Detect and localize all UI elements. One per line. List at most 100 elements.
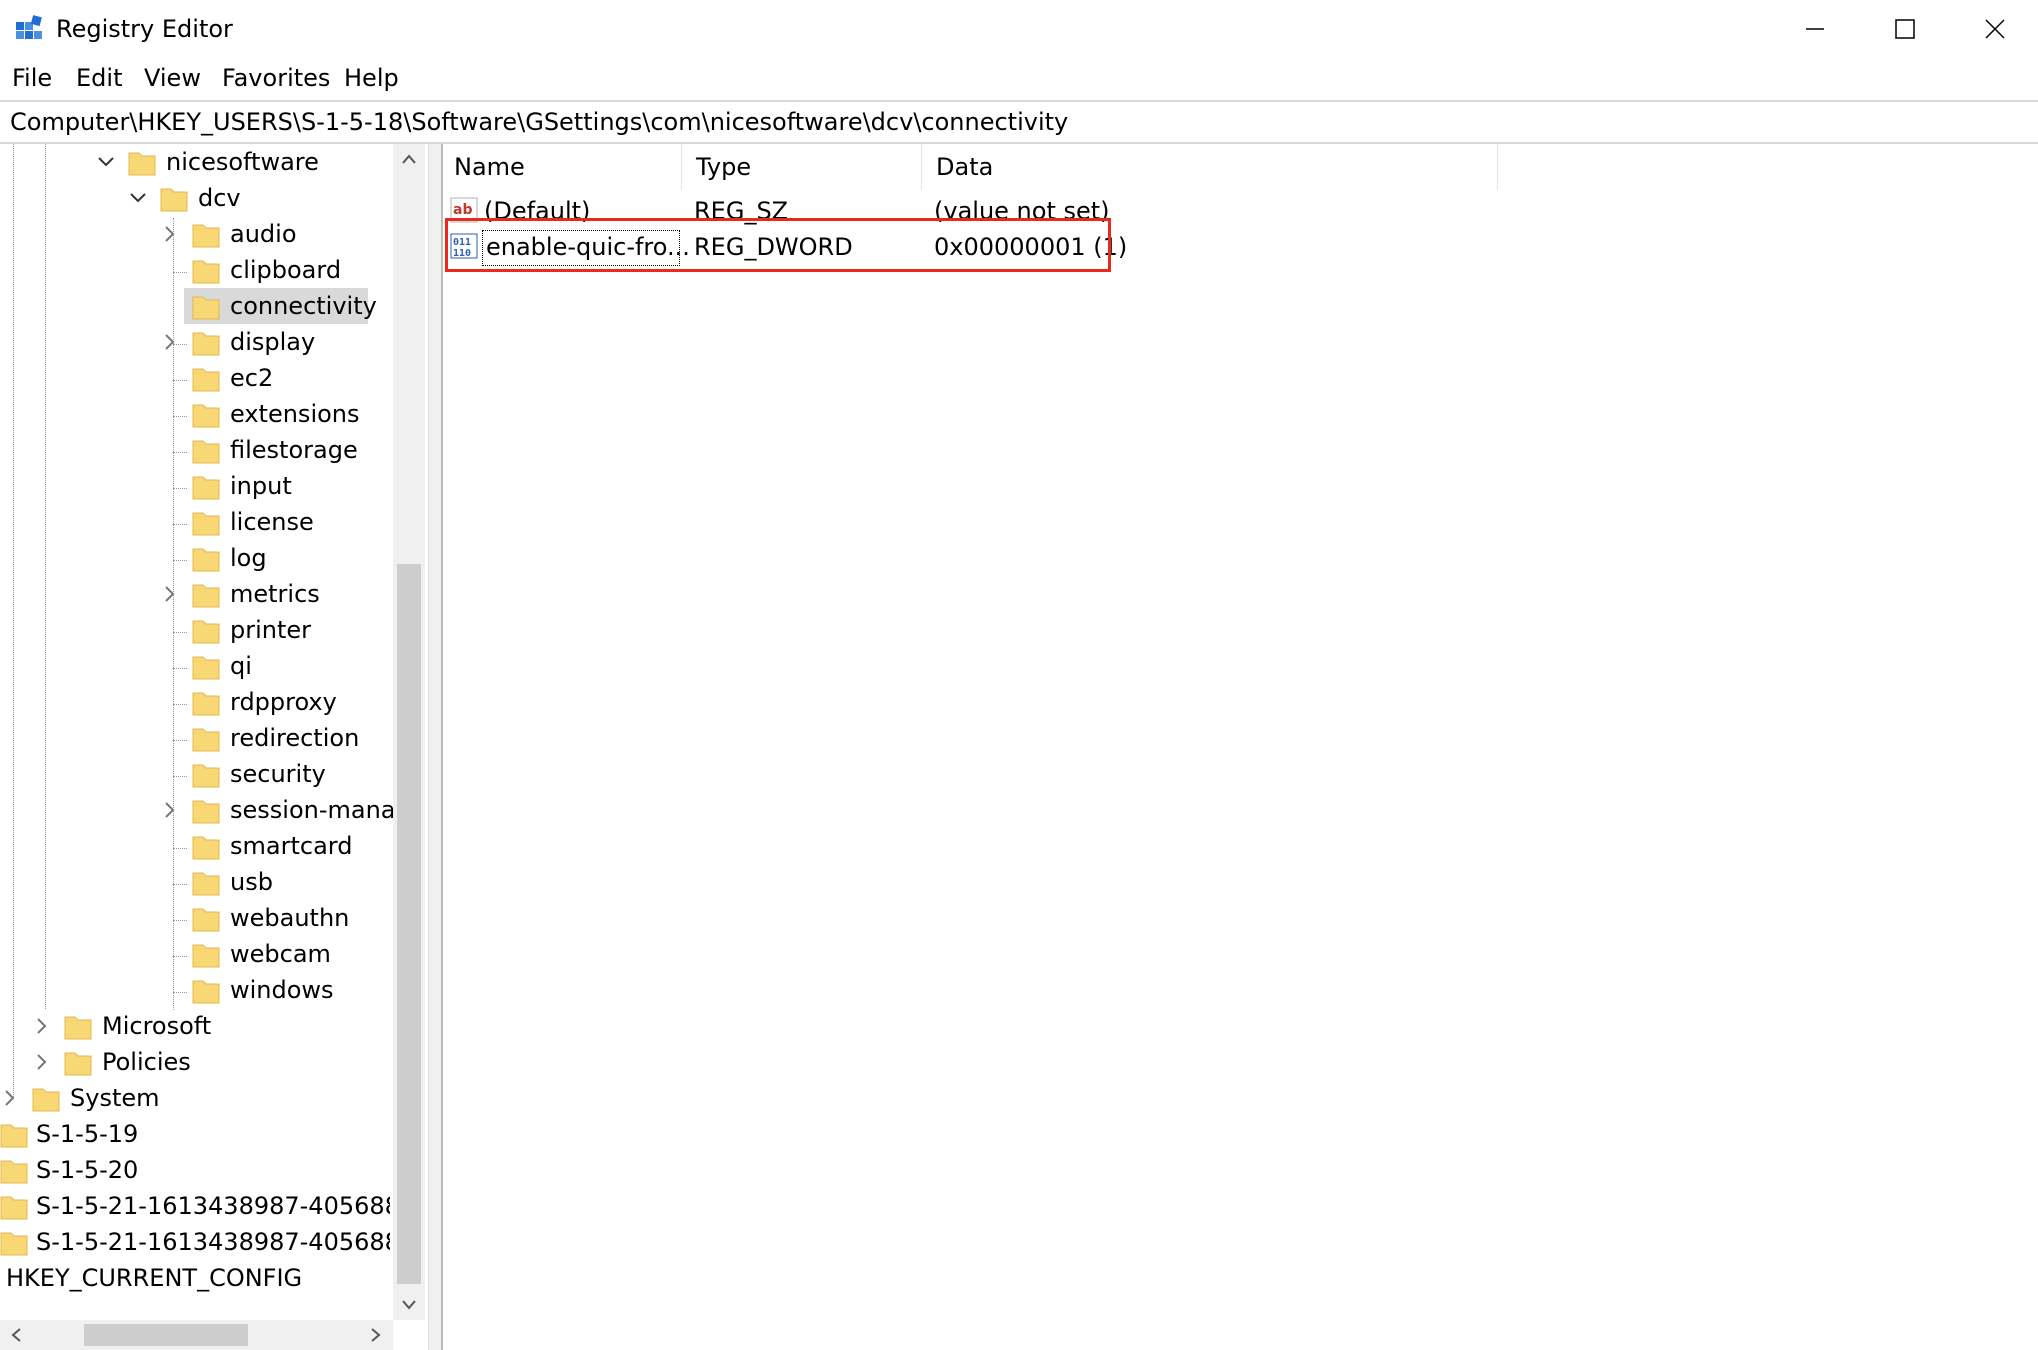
maximize-icon bbox=[1895, 19, 1915, 39]
tree-item-label[interactable]: dcv bbox=[196, 181, 243, 215]
tree-item-connectivity[interactable]: connectivity bbox=[0, 288, 390, 324]
tree-item-label[interactable]: security bbox=[228, 757, 328, 791]
chevron-right-icon[interactable] bbox=[32, 1014, 52, 1038]
tree-item-input[interactable]: input bbox=[0, 468, 390, 504]
address-path[interactable]: Computer\HKEY_USERS\S-1-5-18\Software\GS… bbox=[10, 106, 1068, 138]
menu-favorites[interactable]: Favorites bbox=[218, 62, 334, 94]
tree-item-security[interactable]: security bbox=[0, 756, 390, 792]
tree-item-microsoft[interactable]: Microsoft bbox=[0, 1008, 390, 1044]
tree-item-extensions[interactable]: extensions bbox=[0, 396, 390, 432]
chevron-down-icon[interactable] bbox=[128, 186, 148, 210]
tree-item-label[interactable]: HKEY_CURRENT_CONFIG bbox=[4, 1261, 304, 1295]
tree-item-label[interactable]: ec2 bbox=[228, 361, 275, 395]
tree-item-display[interactable]: display bbox=[0, 324, 390, 360]
tree-item-usb[interactable]: usb bbox=[0, 864, 390, 900]
tree-item-clipboard[interactable]: clipboard bbox=[0, 252, 390, 288]
tree-item-label[interactable]: webcam bbox=[228, 937, 333, 971]
scroll-thumb[interactable] bbox=[397, 564, 421, 1284]
scroll-up-button[interactable] bbox=[393, 144, 425, 174]
close-button[interactable] bbox=[1950, 0, 2038, 58]
maximize-button[interactable] bbox=[1860, 0, 1950, 58]
tree-item-rdpproxy[interactable]: rdpproxy bbox=[0, 684, 390, 720]
folder-icon bbox=[192, 800, 220, 824]
folder-icon bbox=[128, 152, 156, 176]
tree-item-redirection[interactable]: redirection bbox=[0, 720, 390, 756]
tree-item-label[interactable]: nicesoftware bbox=[164, 145, 321, 179]
tree-item-label[interactable]: input bbox=[228, 469, 294, 503]
tree-item-label[interactable]: System bbox=[68, 1081, 162, 1115]
minimize-button[interactable] bbox=[1770, 0, 1860, 58]
tree-item-user[interactable]: S-1-5-19 bbox=[0, 1116, 390, 1152]
tree-item-printer[interactable]: printer bbox=[0, 612, 390, 648]
column-header-type[interactable]: Type bbox=[682, 144, 922, 190]
scroll-left-button[interactable] bbox=[0, 1320, 32, 1350]
tree-item-ec2[interactable]: ec2 bbox=[0, 360, 390, 396]
tree-item-label[interactable]: audio bbox=[228, 217, 299, 251]
chevron-right-icon[interactable] bbox=[0, 1086, 20, 1110]
scroll-down-button[interactable] bbox=[393, 1290, 425, 1320]
tree-item-nicesoftware[interactable]: nicesoftware bbox=[0, 144, 390, 180]
tree-vertical-scrollbar[interactable] bbox=[393, 144, 425, 1320]
tree-item-smartcard[interactable]: smartcard bbox=[0, 828, 390, 864]
tree-item-label[interactable]: S-1-5-20 bbox=[34, 1153, 140, 1187]
tree-item-label[interactable]: qi bbox=[228, 649, 254, 683]
menu-edit[interactable]: Edit bbox=[72, 62, 126, 94]
tree-item-label[interactable]: Microsoft bbox=[100, 1009, 213, 1043]
tree-item-webcam[interactable]: webcam bbox=[0, 936, 390, 972]
tree-item-system[interactable]: System bbox=[0, 1080, 390, 1116]
tree-item-license[interactable]: license bbox=[0, 504, 390, 540]
tree-item-user[interactable]: S-1-5-21-1613438987-4056888109- bbox=[0, 1188, 390, 1224]
tree-item-metrics[interactable]: metrics bbox=[0, 576, 390, 612]
menu-help[interactable]: Help bbox=[340, 62, 403, 94]
column-header-data[interactable]: Data bbox=[922, 144, 1498, 190]
tree-item-label[interactable]: display bbox=[228, 325, 317, 359]
tree-horizontal-scrollbar[interactable] bbox=[0, 1320, 393, 1350]
tree-item-label[interactable]: filestorage bbox=[228, 433, 360, 467]
tree-item-log[interactable]: log bbox=[0, 540, 390, 576]
chevron-right-icon[interactable] bbox=[32, 1050, 52, 1074]
tree-item-audio[interactable]: audio bbox=[0, 216, 390, 252]
tree-item-label[interactable]: rdpproxy bbox=[228, 685, 339, 719]
tree-item-label[interactable]: S-1-5-19 bbox=[34, 1117, 140, 1151]
tree-item-label[interactable]: metrics bbox=[228, 577, 322, 611]
tree-item-label[interactable]: webauthn bbox=[228, 901, 351, 935]
address-bar[interactable]: Computer\HKEY_USERS\S-1-5-18\Software\GS… bbox=[0, 100, 2038, 144]
folder-icon bbox=[192, 260, 220, 284]
menu-view[interactable]: View bbox=[140, 62, 205, 94]
tree-item-policies[interactable]: Policies bbox=[0, 1044, 390, 1080]
tree-item-label[interactable]: Policies bbox=[100, 1045, 193, 1079]
tree-item-label[interactable]: windows bbox=[228, 973, 336, 1007]
chevron-right-icon[interactable] bbox=[160, 582, 180, 606]
chevron-right-icon[interactable] bbox=[160, 222, 180, 246]
column-header-name[interactable]: Name bbox=[440, 144, 682, 190]
tree-item-dcv[interactable]: dcv bbox=[0, 180, 390, 216]
tree-item-label[interactable]: log bbox=[228, 541, 269, 575]
tree-item-filestorage[interactable]: filestorage bbox=[0, 432, 390, 468]
tree-item-hkey-current-config[interactable]: HKEY_CURRENT_CONFIG bbox=[0, 1260, 390, 1296]
tree-item-label[interactable]: connectivity bbox=[228, 289, 379, 323]
tree-item-qi[interactable]: qi bbox=[0, 648, 390, 684]
tree-item-label[interactable]: printer bbox=[228, 613, 313, 647]
folder-icon bbox=[192, 980, 220, 1004]
chevron-down-icon[interactable] bbox=[96, 150, 116, 174]
tree-item-label[interactable]: license bbox=[228, 505, 316, 539]
tree-item-label[interactable]: clipboard bbox=[228, 253, 343, 287]
tree-item-label[interactable]: session-manag bbox=[228, 793, 413, 827]
tree-item-windows[interactable]: windows bbox=[0, 972, 390, 1008]
tree-item-label[interactable]: usb bbox=[228, 865, 275, 899]
scroll-thumb[interactable] bbox=[84, 1324, 248, 1346]
tree-item-session-manag[interactable]: session-manag bbox=[0, 792, 411, 828]
tree-item-webauthn[interactable]: webauthn bbox=[0, 900, 390, 936]
tree-item-label[interactable]: redirection bbox=[228, 721, 361, 755]
folder-icon bbox=[0, 1196, 28, 1220]
menu-file[interactable]: File bbox=[8, 62, 56, 94]
tree-item-label[interactable]: extensions bbox=[228, 397, 362, 431]
chevron-right-icon[interactable] bbox=[160, 330, 180, 354]
tree-item-label[interactable]: smartcard bbox=[228, 829, 354, 863]
chevron-right-icon[interactable] bbox=[160, 798, 180, 822]
tree-item-label[interactable]: S-1-5-21-1613438987-4056888109- bbox=[34, 1225, 390, 1259]
tree-item-user[interactable]: S-1-5-21-1613438987-4056888109- bbox=[0, 1224, 390, 1260]
tree-item-user[interactable]: S-1-5-20 bbox=[0, 1152, 390, 1188]
scroll-right-button[interactable] bbox=[360, 1320, 392, 1350]
tree-item-label[interactable]: S-1-5-21-1613438987-4056888109- bbox=[34, 1189, 390, 1223]
